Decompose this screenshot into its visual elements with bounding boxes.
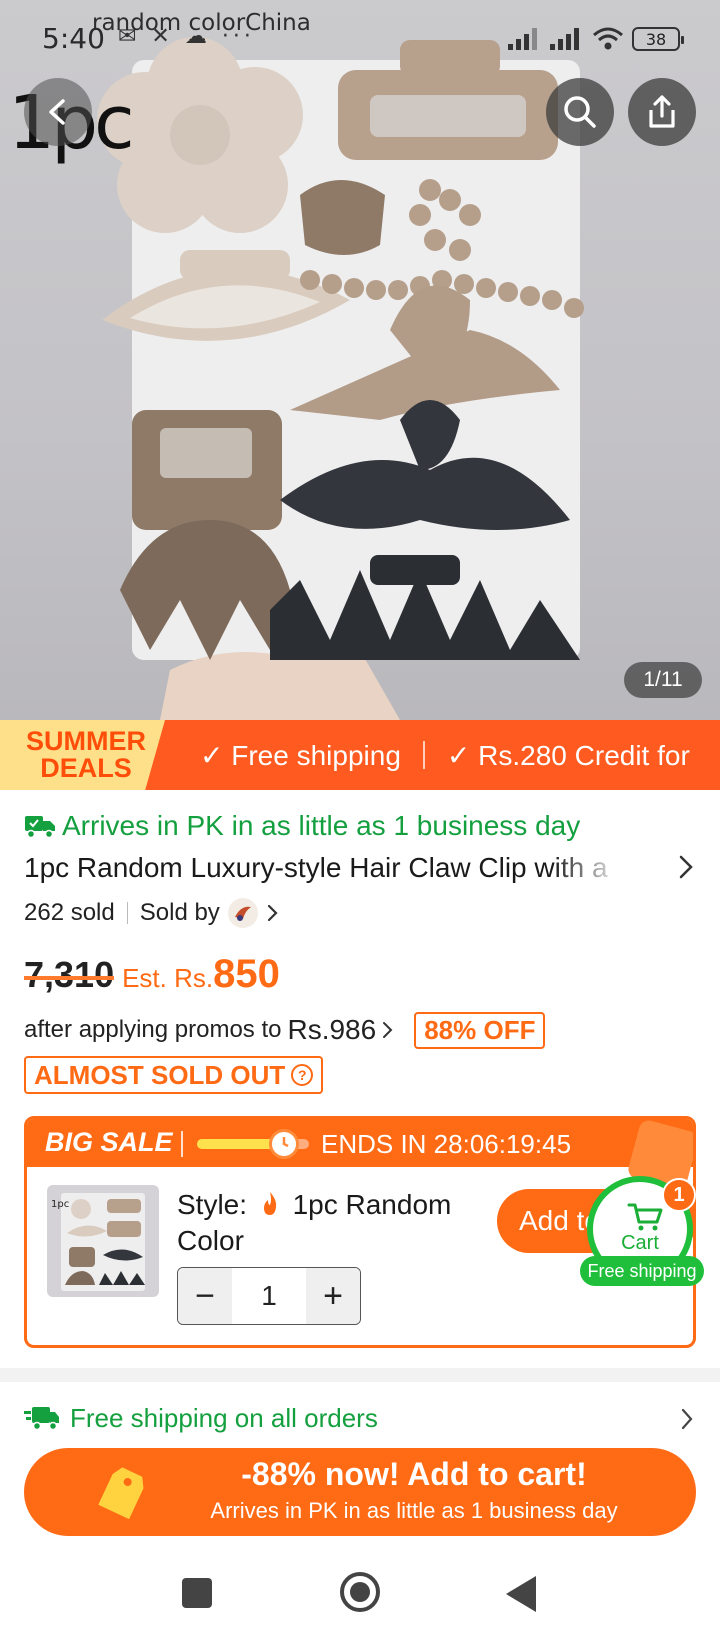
seller-logo-icon: [234, 906, 251, 921]
clock-icon: [269, 1129, 299, 1159]
chevron-left-icon: [49, 99, 65, 125]
search-icon: [564, 96, 596, 128]
deal-credit: ✓ Rs.280 Credit for: [446, 739, 690, 771]
quantity-decrease-button[interactable]: −: [178, 1268, 232, 1324]
sale-countdown: ENDS IN 28:06:19:45: [321, 1129, 572, 1159]
cart-icon: [627, 1203, 663, 1231]
chevron-right-icon: [681, 1408, 693, 1430]
home-button[interactable]: [340, 1572, 380, 1612]
promo-price: Rs.986: [287, 1014, 377, 1045]
cart-free-shipping-badge: Free shipping: [580, 1256, 704, 1286]
wifi-icon: [593, 27, 623, 50]
back-button[interactable]: [24, 78, 92, 146]
system-navigation-bar: [0, 1556, 720, 1640]
big-sale-title: BIG SALE: [45, 1127, 173, 1157]
question-icon: ?: [291, 1064, 314, 1086]
sale-divider: [181, 1131, 183, 1157]
signal-icon: [508, 28, 537, 50]
truck-icon: [25, 816, 55, 839]
delivery-estimate: Arrives in PK in as little as 1 business…: [24, 806, 580, 846]
seller-avatar[interactable]: [227, 898, 258, 928]
deals-logo-line1: SUMMER: [26, 726, 146, 756]
promo-chevron-icon: [383, 1022, 393, 1038]
add-to-cart-cta-button[interactable]: -88% now! Add to cart! Arrives in PK in …: [24, 1448, 696, 1536]
quantity-stepper: − 1 +: [177, 1267, 361, 1325]
variant-style: Style: 1pc Random Color: [177, 1187, 477, 1259]
almost-sold-out-text: ALMOST SOLD OUT: [34, 1059, 286, 1090]
estimated-price-label: Est. Rs.: [122, 963, 214, 993]
discount-badge: 88% OFF: [414, 1011, 546, 1049]
quantity-value[interactable]: 1: [232, 1268, 306, 1324]
promo-text: after applying promos to: [24, 1016, 282, 1043]
flame-icon: [263, 1192, 276, 1215]
sold-count: 262 sold: [24, 899, 115, 926]
cta-main-text: -88% now! Add to cart!: [241, 1456, 587, 1492]
variant-thumbnail-image: 1pc: [51, 1193, 145, 1291]
share-icon: [649, 95, 675, 128]
system-back-button[interactable]: [506, 1576, 536, 1612]
sold-divider: [126, 902, 128, 924]
recent-apps-button[interactable]: [182, 1578, 212, 1608]
product-title-row[interactable]: 1pc Random Luxury-style Hair Claw Clip w…: [24, 848, 696, 888]
deals-divider: [422, 741, 425, 769]
cart-count-badge: 1: [662, 1178, 696, 1212]
status-bar: 5:40 ✉ ✕ ☁ ··· random colorChina 38: [0, 0, 720, 76]
shipping-truck-icon: [24, 1407, 59, 1431]
cta-sub-text: Arrives in PK in as little as 1 business…: [210, 1498, 618, 1523]
price-row: 7,310 Est. Rs. 850: [24, 952, 280, 1002]
product-image-gallery[interactable]: 5:40 ✉ ✕ ☁ ··· random colorChina 38 1pc: [0, 0, 720, 720]
free-shipping-row[interactable]: Free shipping on all orders: [24, 1398, 696, 1438]
quantity-increase-button[interactable]: +: [306, 1268, 360, 1324]
estimated-price: 850: [213, 952, 280, 996]
chevron-right-icon: [679, 855, 693, 879]
image-overlay-text: random colorChina: [92, 10, 311, 36]
signal-icon-2: [550, 28, 579, 50]
big-sale-header: BIG SALE ENDS IN 28:06:19:45: [27, 1119, 693, 1192]
original-price: 7,310: [24, 954, 115, 995]
product-title: 1pc Random Luxury-style Hair Claw Clip w…: [24, 852, 608, 883]
deals-items: ✓ Free shipping ✓ Rs.280 Credit for: [200, 720, 690, 790]
share-button[interactable]: [628, 78, 696, 146]
deal-free-shipping: ✓ Free shipping: [200, 739, 401, 771]
free-shipping-text: Free shipping on all orders: [70, 1402, 378, 1433]
style-label: Style:: [177, 1189, 248, 1220]
svg-text:1pc: 1pc: [51, 1199, 69, 1210]
almost-sold-out-badge[interactable]: ALMOST SOLD OUT ?: [24, 1056, 324, 1094]
price-tag-icon: [98, 1467, 144, 1520]
sold-info[interactable]: 262 sold Sold by: [24, 896, 282, 930]
summer-deals-banner[interactable]: SUMMER DEALS ✓ Free shipping ✓ Rs.280 Cr…: [0, 720, 720, 790]
variant-thumbnail[interactable]: 1pc: [47, 1185, 159, 1297]
sold-by-label: Sold by: [139, 899, 220, 926]
image-counter: 1/11: [624, 662, 702, 698]
cart-label: Cart: [621, 1232, 659, 1254]
seller-chevron-icon: [267, 904, 278, 922]
delivery-text: Arrives in PK in as little as 1 business…: [62, 810, 581, 841]
status-right-icons: 38: [508, 24, 684, 54]
search-button[interactable]: [546, 78, 614, 146]
battery-icon: 38: [632, 27, 684, 51]
deals-logo-line2: DEALS: [40, 753, 132, 783]
summer-deals-logo: SUMMER DEALS: [0, 720, 165, 790]
section-divider: [0, 1368, 720, 1382]
promo-row[interactable]: after applying promos to Rs.986 88% OFF: [24, 1010, 546, 1050]
